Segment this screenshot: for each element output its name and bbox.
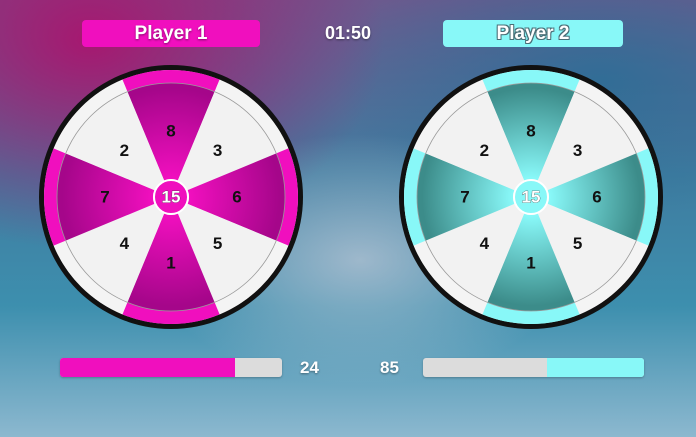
player-2-label: Player 2 (443, 20, 623, 47)
board-segment-number: 4 (480, 234, 490, 253)
board-bullseye-number: 15 (162, 188, 181, 207)
board-segment-number: 1 (166, 254, 175, 273)
board-segment-number: 8 (166, 122, 175, 141)
player-2-dartboard-svg[interactable]: 8 3 6 5 1 4 7 2 15 (396, 62, 666, 332)
board-segment-number: 7 (100, 188, 109, 207)
player-1-dartboard[interactable]: 8 3 6 5 1 4 7 2 15 (36, 62, 306, 332)
player-2-score: 85 (380, 358, 399, 377)
board-segment-number: 4 (120, 234, 130, 253)
board-segment-number: 5 (573, 234, 582, 253)
game-timer: 01:50 (324, 23, 372, 43)
player-1-dartboard-svg[interactable]: 8 3 6 5 1 4 7 2 15 (36, 62, 306, 332)
player-2-progress-fill (546, 358, 644, 377)
board-bullseye-number: 15 (522, 188, 541, 207)
player-2-progress-bar (423, 358, 644, 377)
board-segment-number: 8 (526, 122, 535, 141)
board-segment-number: 6 (592, 188, 601, 207)
player-1-score: 24 (300, 358, 319, 377)
player-1-label: Player 1 (82, 20, 260, 47)
player-1-progress-fill (60, 358, 236, 377)
board-segment-number: 7 (460, 188, 469, 207)
board-segment-number: 3 (213, 141, 222, 160)
player-2-dartboard[interactable]: 8 3 6 5 1 4 7 2 15 (396, 62, 666, 332)
board-segment-number: 1 (526, 254, 535, 273)
board-segment-number: 3 (573, 141, 582, 160)
player-1-progress-bar (60, 358, 282, 377)
board-segment-number: 2 (120, 141, 129, 160)
board-segment-number: 5 (213, 234, 222, 253)
board-segment-number: 6 (232, 188, 241, 207)
board-segment-number: 2 (480, 141, 489, 160)
